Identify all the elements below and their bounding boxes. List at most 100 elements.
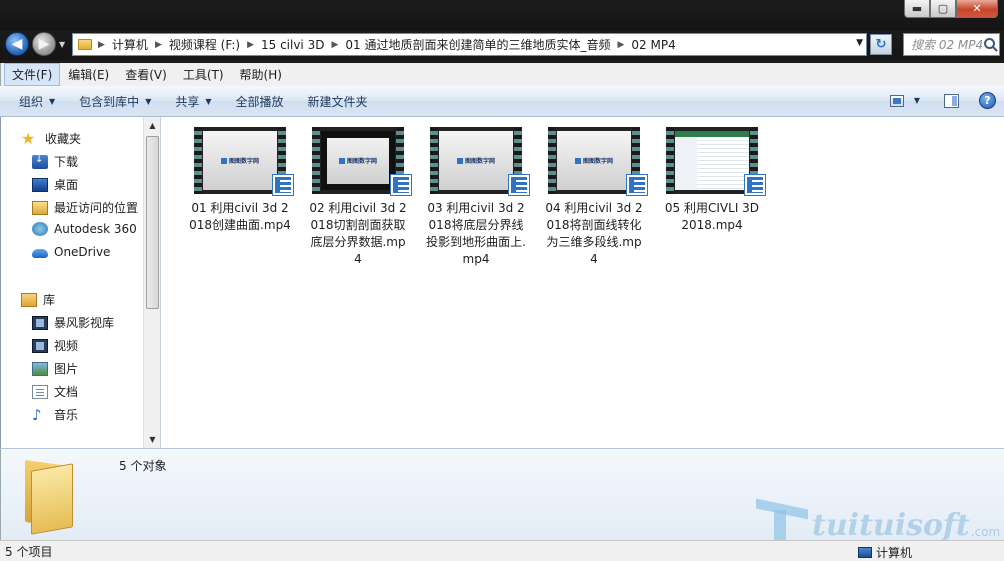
thumbnail-frame: 图图数字网 [321,131,395,190]
preview-pane-icon[interactable] [944,93,959,108]
include-in-library-label: 包含到库中 [79,94,140,109]
search-input[interactable]: 搜索 02 MP4 [903,33,1000,56]
share-button[interactable]: 共享 ▼ [163,93,223,110]
breadcrumb-course[interactable]: ▶ 15 cilvi 3D [240,38,324,52]
status-location-label: 计算机 [875,546,912,560]
file-name[interactable]: 01 利用civil 3d 2018创建曲面.mp4 [181,200,299,234]
breadcrumb-separator[interactable]: ▶ [98,40,105,50]
nav-favorites[interactable]: ★ 收藏夹 [21,130,81,147]
refresh-button[interactable]: ↻ [870,34,892,55]
nav-item-downloads[interactable]: 下载 [32,153,78,170]
breadcrumb-separator[interactable]: ▶ [247,40,254,50]
thumbnail-frame: 图图数字网 [439,131,513,190]
recent-pages-dropdown[interactable]: ▼ [59,40,65,49]
nav-pane-scrollbar[interactable]: ▲ ▼ [143,117,160,448]
nav-item-videos[interactable]: 视频 [32,337,78,354]
back-button[interactable]: ◀ [5,32,29,56]
breadcrumb-computer[interactable]: ▶ 计算机 [98,36,148,53]
file-item-04[interactable]: 图图数字网 04 利用civil 3d 2018将剖面线转化为三维多段线.mp4 [535,127,653,268]
status-bar: 5 个项目 计算机 [0,540,1004,561]
minimize-button[interactable]: ▬ [904,0,930,18]
address-bar[interactable]: ▶ 计算机 ▶ 视频课程 (F:) ▶ 15 cilvi 3D ▶ 01 通过地… [72,33,867,56]
file-item-05[interactable]: 05 利用CIVLI 3D 2018.mp4 [653,127,771,234]
nav-libraries[interactable]: 库 [21,291,55,308]
forward-button[interactable]: ▶ [32,32,56,56]
nav-item-music[interactable]: ♪ 音乐 [32,406,78,423]
view-options-dropdown[interactable]: ▼ [914,96,920,105]
command-bar: 组织 ▼ 包含到库中 ▼ 共享 ▼ 全部播放 新建文件夹 ▼ ? [0,86,1004,117]
file-name[interactable]: 03 利用civil 3d 2018将底层分界线投影到地形曲面上.mp4 [417,200,535,268]
nav-item-baofeng-library[interactable]: 暴风影视库 [32,314,114,331]
breadcrumb-current[interactable]: ▶ 02 MP4 [610,38,675,52]
help-icon[interactable]: ? [979,92,996,109]
menu-edit[interactable]: 编辑(E) [60,63,117,86]
video-thumbnail: 图图数字网 [312,127,412,196]
title-bar: ▬ ▢ ✕ [0,0,1004,30]
scrollbar-thumb[interactable] [146,136,159,309]
folder-icon [78,39,92,50]
film-strip-icon [312,127,320,194]
thumbnail-logo: 图图数字网 [220,156,259,165]
play-all-button[interactable]: 全部播放 [224,93,296,110]
file-item-02[interactable]: 图图数字网 02 利用civil 3d 2018切割剖面获取底层分界数据.mp4 [299,127,417,268]
address-dropdown[interactable]: ▼ [856,38,863,48]
share-label: 共享 [175,94,200,109]
watermark-suffix: .com [970,525,1001,539]
video-library-icon [32,315,48,330]
menu-tools[interactable]: 工具(T) [175,63,232,86]
nav-libraries-label: 库 [43,293,56,307]
video-icon [32,338,48,353]
video-file-icon [626,174,648,196]
file-name[interactable]: 02 利用civil 3d 2018切割剖面获取底层分界数据.mp4 [299,200,417,268]
library-icon [21,292,37,307]
scroll-up-arrow[interactable]: ▲ [144,117,161,134]
nav-item-pictures[interactable]: 图片 [32,360,78,377]
breadcrumb-label[interactable]: 计算机 [112,36,148,53]
film-strip-icon [430,127,438,194]
change-view-icon[interactable] [889,94,904,107]
nav-item-label: 桌面 [54,178,79,192]
maximize-button[interactable]: ▢ [930,0,956,18]
breadcrumb-label[interactable]: 01 通过地质剖面来创建简单的三维地质实体_音频 [345,36,610,53]
film-strip-icon [666,127,674,194]
file-item-03[interactable]: 图图数字网 03 利用civil 3d 2018将底层分界线投影到地形曲面上.m… [417,127,535,268]
file-name[interactable]: 04 利用civil 3d 2018将剖面线转化为三维多段线.mp4 [535,200,653,268]
search-placeholder: 搜索 02 MP4 [911,38,984,52]
film-strip-icon [194,127,202,194]
menu-help[interactable]: 帮助(H) [232,63,290,86]
menu-file[interactable]: 文件(F) [4,63,61,86]
thumbnail-frame [675,131,749,190]
breadcrumb-label[interactable]: 15 cilvi 3D [261,38,324,52]
nav-item-desktop[interactable]: 桌面 [32,176,78,193]
menu-view[interactable]: 查看(V) [117,63,175,86]
organize-button[interactable]: 组织 ▼ [7,93,67,110]
computer-icon [857,547,872,558]
include-in-library-button[interactable]: 包含到库中 ▼ [67,93,163,110]
nav-item-onedrive[interactable]: OneDrive [32,245,110,259]
film-strip-icon [548,127,556,194]
breadcrumb-drive[interactable]: ▶ 视频课程 (F:) [148,36,240,53]
search-icon[interactable] [984,38,995,49]
breadcrumb-label[interactable]: 02 MP4 [631,38,675,52]
new-folder-button[interactable]: 新建文件夹 [296,93,380,110]
scroll-down-arrow[interactable]: ▼ [144,431,161,448]
nav-item-label: 最近访问的位置 [54,201,139,215]
thumbnail-logo: 图图数字网 [338,156,377,165]
breadcrumb-chapter[interactable]: ▶ 01 通过地质剖面来创建简单的三维地质实体_音频 [324,36,610,53]
nav-item-documents[interactable]: 文档 [32,383,78,400]
breadcrumb-label[interactable]: 视频课程 (F:) [169,36,240,53]
breadcrumb-separator[interactable]: ▶ [155,40,162,50]
breadcrumb-separator[interactable]: ▶ [617,40,624,50]
file-name[interactable]: 05 利用CIVLI 3D 2018.mp4 [653,200,771,234]
desktop-icon [32,177,48,192]
video-file-icon [744,174,766,196]
breadcrumb-separator[interactable]: ▶ [331,40,338,50]
close-button[interactable]: ✕ [956,0,998,18]
nav-item-autodesk-360[interactable]: Autodesk 360 [32,222,137,236]
nav-item-recent-places[interactable]: 最近访问的位置 [32,199,138,216]
music-note-icon: ♪ [32,405,42,424]
chevron-down-icon: ▼ [49,96,56,106]
file-item-01[interactable]: 图图数字网 01 利用civil 3d 2018创建曲面.mp4 [181,127,299,234]
video-thumbnail: 图图数字网 [430,127,530,196]
recent-places-icon [32,200,48,215]
